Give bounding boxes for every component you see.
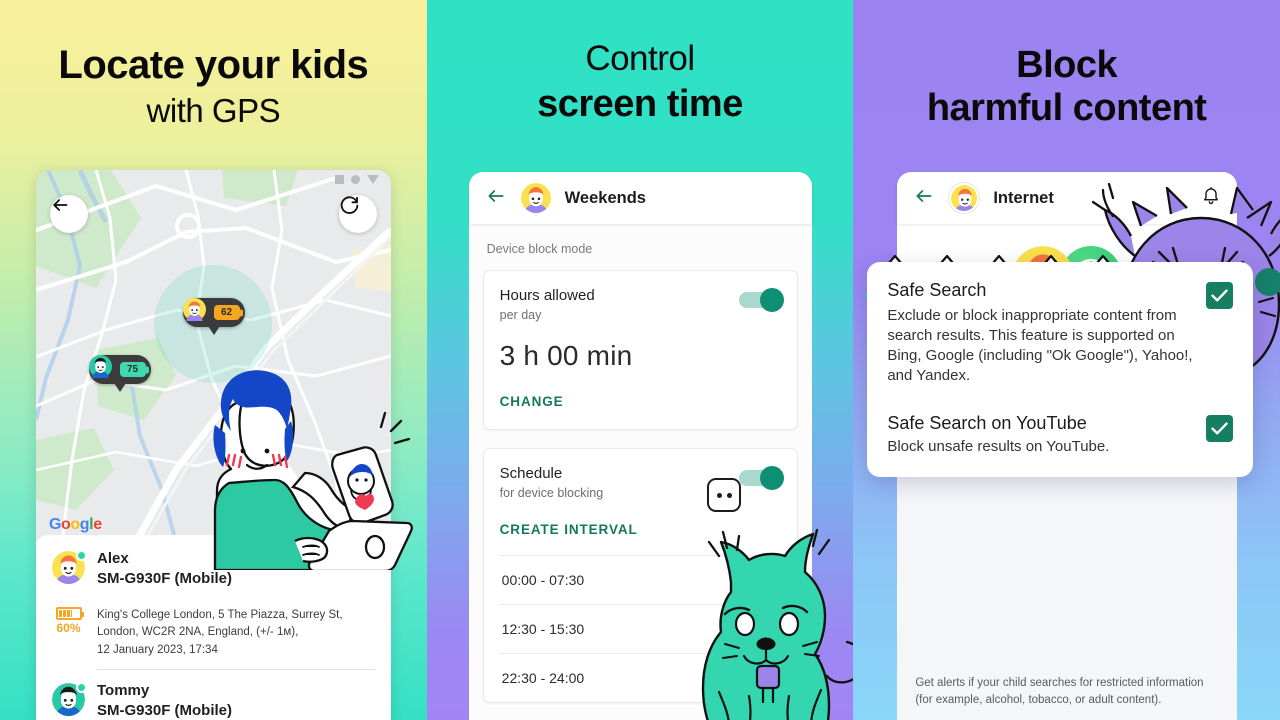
address-line-1: King's College London, 5 The Piazza, Sur… (97, 608, 343, 621)
pin-battery-tommy: 75 (120, 362, 147, 377)
device-model: SM-G930F (Mobile) (97, 570, 233, 588)
safe-search-youtube-title: Safe Search on YouTube (887, 412, 1087, 433)
child-avatar[interactable] (949, 183, 980, 213)
card-title: Schedule (499, 464, 563, 482)
online-status-dot (76, 681, 87, 693)
app-bar-title: Internet (993, 188, 1054, 207)
change-button[interactable]: CHANGE (500, 394, 564, 409)
headline-line-1: Locate your kids (58, 43, 369, 87)
headline-line-2: screen time (537, 82, 743, 125)
google-attribution: Google (49, 516, 102, 533)
triangle-down-icon (367, 175, 379, 184)
panel-2-headline: Control screen time (427, 0, 854, 126)
map-status-icons (335, 175, 379, 184)
back-button[interactable] (485, 186, 507, 210)
check-icon (1211, 289, 1228, 302)
card-title: Hours allowed (499, 287, 595, 304)
settings-body: Get alerts if your child searches for re… (897, 485, 1238, 720)
avatar (52, 550, 87, 584)
panel-locate-your-kids: Locate your kids with GPS 62 75 Google A… (0, 0, 427, 720)
arrow-left-icon (53, 199, 68, 211)
address-line-2: London, WC2R 2NA, England, (+/- 1м), (97, 626, 299, 639)
square-icon (335, 175, 344, 184)
pin-battery-alex: 62 (214, 305, 241, 320)
device-model: SM-G930F (Mobile) (97, 702, 233, 720)
device-row-tommy[interactable]: Tommy SM-G930F (Mobile) (52, 670, 375, 720)
create-interval-button[interactable]: CREATE INTERVAL (500, 522, 638, 537)
device-meta-alex: 60% King's College London, 5 The Piazza,… (52, 606, 375, 660)
panel-3-headline: Block harmful content (853, 0, 1280, 131)
card-hours-allowed: Hours allowed per day 3 h 00 min CHANGE (482, 270, 798, 430)
check-icon (1211, 422, 1228, 435)
arrow-left-icon (488, 190, 504, 202)
section-label: Device block mode (486, 242, 593, 256)
map-back-button[interactable] (50, 195, 88, 233)
headline-line-2: with GPS (146, 92, 281, 129)
safe-search-overlay-card: Safe Search Exclude or block inappropria… (867, 262, 1254, 478)
avatar-tommy-pin (89, 355, 115, 381)
arrow-left-icon (916, 190, 932, 202)
avatar-alex-pin (183, 298, 209, 324)
circle-icon (351, 175, 360, 184)
hours-allowed-toggle[interactable] (738, 288, 784, 312)
app-bar: Weekends (468, 172, 812, 224)
device-address: King's College London, 5 The Piazza, Sur… (97, 607, 343, 660)
headline-line-2: harmful content (926, 86, 1207, 129)
online-status-dot (76, 550, 87, 561)
illustration-mother-with-phone (213, 370, 413, 570)
safe-search-youtube-checkbox[interactable] (1206, 414, 1234, 442)
pin-tail (208, 326, 221, 335)
address-timestamp: 12 January 2023, 17:34 (97, 644, 218, 657)
device-name: Tommy (97, 681, 150, 699)
schedule-toggle[interactable] (738, 465, 784, 490)
pin-tail (114, 383, 127, 392)
safe-search-item[interactable]: Safe Search Exclude or block inappropria… (887, 280, 1234, 387)
child-avatar[interactable] (520, 183, 551, 213)
battery-percent: 60% (56, 620, 81, 635)
settings-note: Get alerts if your child searches for re… (915, 677, 1204, 707)
panel-block-harmful-content: Block harmful content Internet Get alert… (853, 0, 1280, 720)
card-subtitle: per day (499, 307, 542, 322)
safe-search-youtube-item[interactable]: Safe Search on YouTube Block unsafe resu… (887, 412, 1234, 458)
battery-icon (55, 606, 84, 620)
headline-line-1: Block (1016, 44, 1118, 86)
map-pin-tommy[interactable]: 75 (89, 355, 152, 392)
safe-search-checkbox[interactable] (1206, 282, 1234, 309)
refresh-icon (340, 196, 359, 214)
panel-control-screen-time: Control screen time Weekends Device bloc… (426, 0, 854, 720)
socket-illustration-icon (707, 478, 742, 512)
back-button[interactable] (913, 186, 935, 210)
hours-allowed-value: 3 h 00 min (499, 339, 633, 371)
card-subtitle: for device blocking (499, 485, 604, 500)
panel-1-headline: Locate your kids with GPS (0, 0, 427, 131)
headline-line-1: Control (585, 39, 695, 78)
map-refresh-button[interactable] (339, 195, 377, 233)
battery-indicator: 60% (52, 606, 85, 660)
safe-search-title: Safe Search (887, 280, 987, 300)
safe-search-description: Exclude or block inappropriate content f… (887, 306, 1193, 385)
promo-banner: Locate your kids with GPS 62 75 Google A… (0, 0, 1280, 720)
app-bar-title: Weekends (564, 188, 646, 207)
map-pin-alex[interactable]: 62 (183, 298, 246, 335)
illustration-cat (702, 528, 854, 720)
avatar (52, 681, 87, 716)
safe-search-youtube-description: Block unsafe results on YouTube. (887, 438, 1110, 456)
